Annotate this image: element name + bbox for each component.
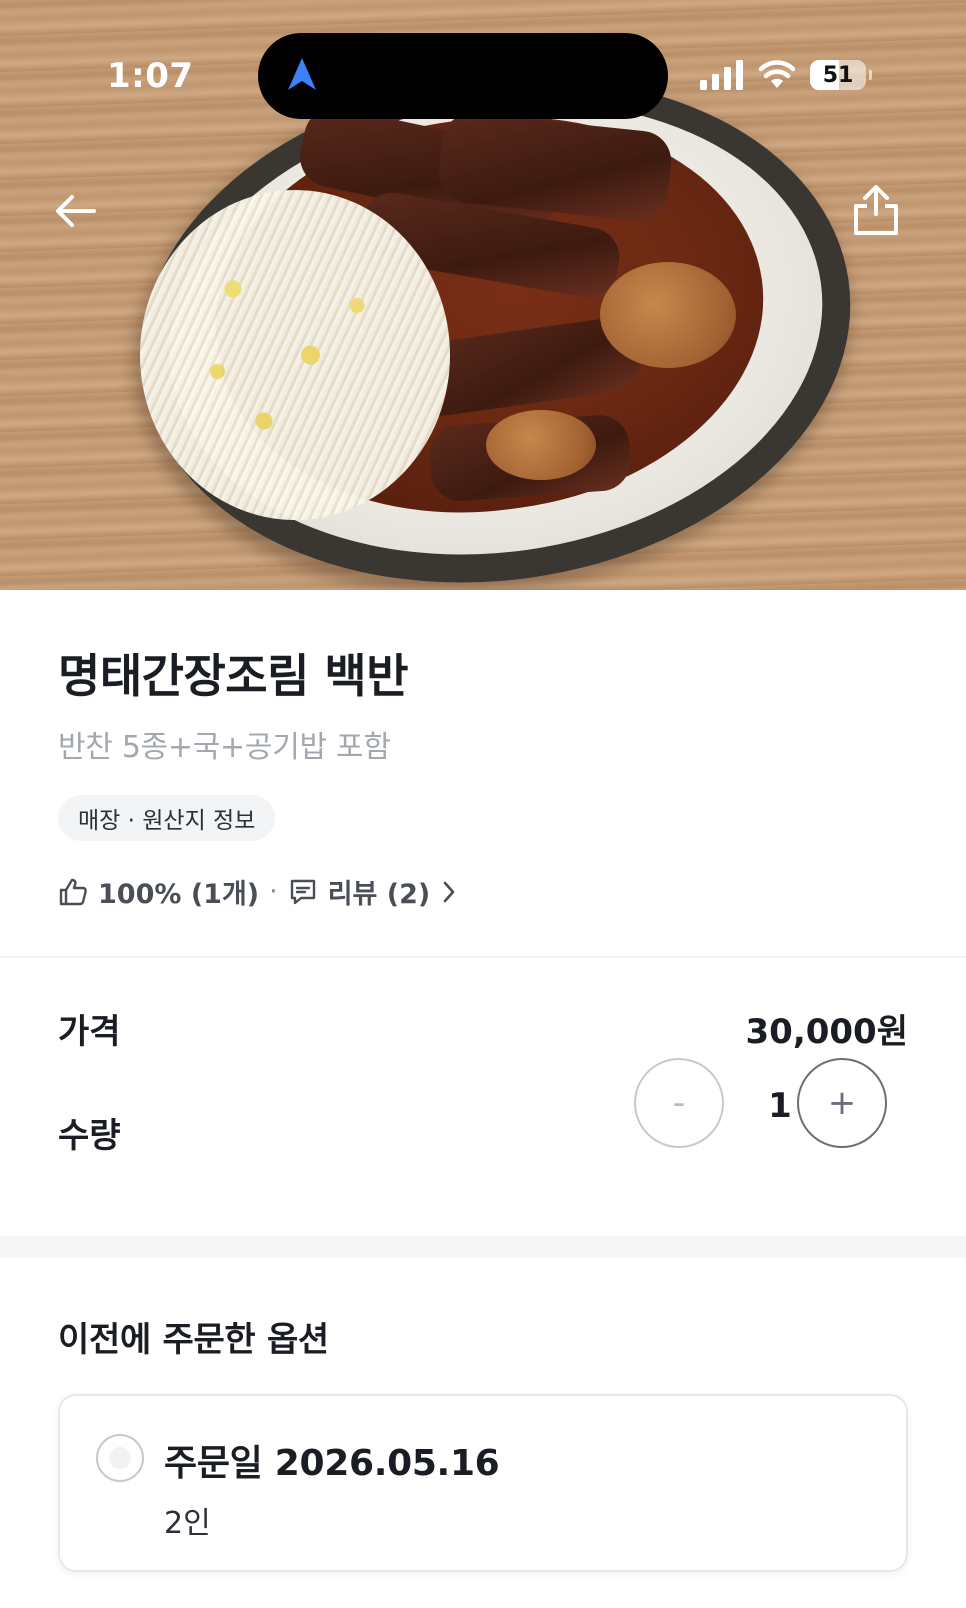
divider — [0, 956, 966, 958]
reviews-link[interactable]: 리뷰 (2) — [328, 872, 431, 911]
location-arrow-icon — [288, 58, 316, 90]
previous-option-card[interactable]: 주문일 2026.05.16 2인 — [58, 1394, 908, 1572]
price-label: 가격 — [58, 1012, 121, 1052]
back-arrow-icon — [56, 195, 96, 227]
status-time: 1:07 — [107, 56, 194, 96]
order-option-desc: 2인 — [164, 1506, 211, 1541]
share-button[interactable] — [848, 180, 904, 240]
bean-sprouts — [140, 190, 450, 520]
product-title: 명태간장조림 백반 — [58, 649, 409, 703]
section-divider — [0, 1236, 966, 1258]
radio-dot — [109, 1447, 131, 1469]
status-icons: 51 — [700, 60, 872, 90]
rating-text: 100% (1개) — [98, 879, 260, 910]
quantity-decrease-button[interactable]: - — [634, 1058, 724, 1148]
separator: · — [269, 876, 278, 907]
thumbs-up-icon — [59, 878, 87, 905]
braised-radish — [486, 410, 596, 480]
braised-radish — [600, 262, 736, 368]
dynamic-island — [258, 33, 668, 119]
back-button[interactable] — [50, 186, 100, 236]
share-icon — [854, 185, 898, 235]
store-origin-info-button[interactable]: 매장 · 원산지 정보 — [58, 795, 276, 841]
order-date: 주문일 2026.05.16 — [164, 1443, 500, 1484]
wifi-icon — [758, 60, 796, 88]
price-value: 30,000원 — [745, 1012, 908, 1052]
product-subtitle: 반찬 5종+국+공기밥 포함 — [58, 730, 391, 765]
rating-review-row[interactable]: 100% (1개) · 리뷰 (2) — [58, 872, 460, 911]
signal-icon — [700, 60, 743, 90]
chevron-right-icon — [443, 881, 455, 902]
battery-level: 51 — [822, 62, 854, 88]
battery-icon: 51 — [810, 60, 872, 90]
quantity-value: 1 — [768, 1086, 792, 1126]
comment-icon — [290, 879, 315, 904]
quantity-increase-button[interactable]: + — [797, 1058, 887, 1148]
option-radio[interactable] — [96, 1434, 144, 1482]
quantity-label: 수량 — [58, 1116, 121, 1156]
previous-options-title: 이전에 주문한 옵션 — [58, 1320, 329, 1360]
